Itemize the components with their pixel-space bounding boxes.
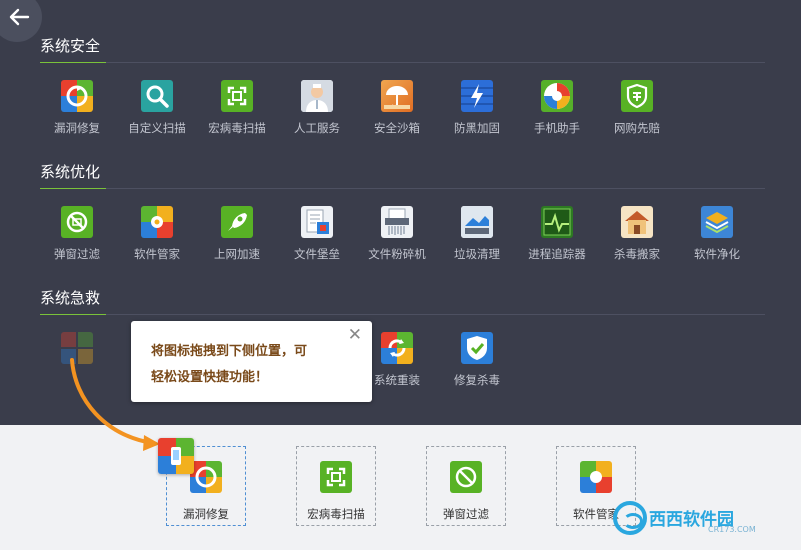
repair-shield-icon [461,332,493,364]
tool-antivirus-move[interactable]: 杀毒搬家 [597,206,677,262]
shortcut-slot-macro-virus-scan[interactable]: 宏病毒扫描 [296,446,376,526]
popup-block-icon [450,461,482,493]
phone-assistant-icon [541,80,573,112]
shortcut-label: 宏病毒扫描 [307,507,365,521]
tool-web-accelerate[interactable]: 上网加速 [197,206,277,262]
tool-security-sandbox[interactable]: 安全沙箱 [357,80,437,136]
tool-popup-filter[interactable]: 弹窗过滤 [37,206,117,262]
tool-repair-antivirus[interactable]: 修复杀毒 [437,332,517,388]
tool-label: 网购先赔 [614,121,660,135]
tool-label: 安全沙箱 [374,121,420,135]
rocket-icon [221,206,253,238]
tool-shopping-guarantee[interactable]: 网购先赔 [597,80,677,136]
tool-label: 垃圾清理 [454,247,500,261]
tool-label: 上网加速 [214,247,260,261]
tool-label: 人工服务 [294,121,340,135]
reinstall-icon [381,332,413,364]
software-manager-icon [141,206,173,238]
watermark-icon [613,501,647,535]
magnifier-icon [141,80,173,112]
tool-label: 软件净化 [694,247,740,261]
tool-file-vault[interactable]: 文件堡垒 [277,206,357,262]
layers-icon [701,206,733,238]
doctor-icon [301,80,333,112]
software-manager-icon [580,461,612,493]
tool-label: 手机助手 [534,121,580,135]
tool-software-manager[interactable]: 软件管家 [117,206,197,262]
tool-human-service[interactable]: 人工服务 [277,80,357,136]
lightning-shield-icon [461,80,493,112]
watermark-subtext: CR173.COM [708,525,756,534]
section-title-emergency: 系统急救 [40,289,101,307]
scan-frame-icon [221,80,253,112]
shredder-icon [381,206,413,238]
patch-repair-icon [190,461,222,493]
tool-label: 文件堡垒 [294,247,340,261]
tool-label: 宏病毒扫描 [208,121,266,135]
tool-label: 软件管家 [134,247,180,261]
tool-label: 文件粉碎机 [368,247,426,261]
patch-repair-icon [61,80,93,112]
tool-label: 弹窗过滤 [54,247,100,261]
tool-anti-hack[interactable]: 防黑加固 [437,80,517,136]
shopping-shield-icon [621,80,653,112]
tool-phone-assistant[interactable]: 手机助手 [517,80,597,136]
section-divider [40,62,765,63]
watermark-logo: 西西软件园 CR173.COM [613,501,779,537]
section-title-optimize: 系统优化 [40,163,101,181]
tool-label: 漏洞修复 [54,121,100,135]
process-monitor-icon [541,206,573,238]
tooltip-line-1: 将图标拖拽到下侧位置，可 [151,344,308,359]
section-title-security: 系统安全 [40,37,101,55]
drag-tooltip: 将图标拖拽到下侧位置，可 轻松设置快捷功能！ ✕ [131,321,372,402]
popup-block-icon [61,206,93,238]
cleanup-icon [461,206,493,238]
tool-label: 进程追踪器 [528,247,586,261]
back-button[interactable] [0,0,42,42]
section-divider [40,314,765,315]
tool-macro-virus-scan[interactable]: 宏病毒扫描 [197,80,277,136]
tool-label: 杀毒搬家 [614,247,660,261]
tool-label: 自定义扫描 [128,121,186,135]
tool-file-shredder[interactable]: 文件粉碎机 [357,206,437,262]
shortcut-label: 漏洞修复 [183,507,229,521]
tool-junk-cleanup[interactable]: 垃圾清理 [437,206,517,262]
close-icon[interactable]: ✕ [348,325,362,345]
tool-label: 防黑加固 [454,121,500,135]
tool-label: 修复杀毒 [454,373,500,387]
shortcut-label: 弹窗过滤 [443,507,489,521]
section-divider [40,188,765,189]
tooltip-line-2: 轻松设置快捷功能！ [151,370,269,385]
tool-process-tracker[interactable]: 进程追踪器 [517,206,597,262]
scan-frame-icon [320,461,352,493]
tool-patch-repair[interactable]: 漏洞修复 [37,80,117,136]
shortcut-slot-popup-filter[interactable]: 弹窗过滤 [426,446,506,526]
dragging-icon [158,438,194,474]
move-house-icon [621,206,653,238]
file-vault-icon [301,206,333,238]
tool-custom-scan[interactable]: 自定义扫描 [117,80,197,136]
tool-software-purify[interactable]: 软件净化 [677,206,757,262]
sandbox-umbrella-icon [381,80,413,112]
arrow-left-icon [9,8,30,26]
